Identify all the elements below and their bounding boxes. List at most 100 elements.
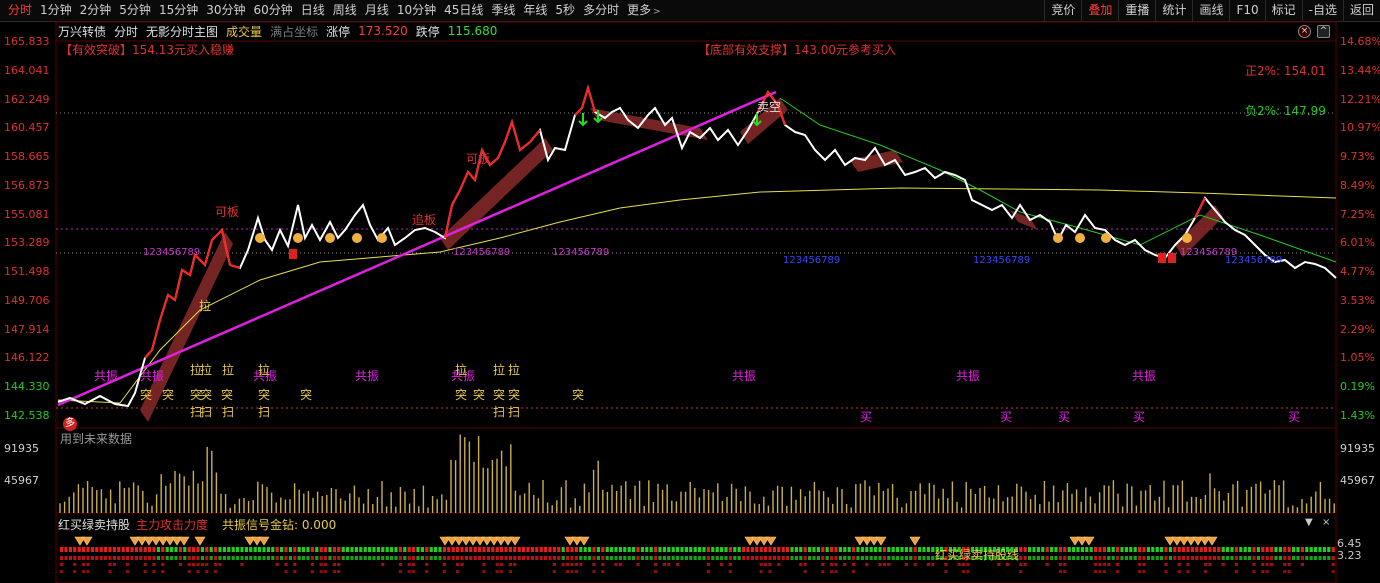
indicator-block [143,556,147,560]
indicator-block [1098,547,1102,552]
indicator-block [1107,556,1111,560]
indicator-block [1102,556,1106,560]
indicator-block [1309,556,1313,560]
indicator-block [1028,547,1032,552]
indicator-block [530,547,534,552]
indicator-block [900,556,904,560]
indicator-block [614,563,618,566]
indicator-block [909,547,913,552]
indicator-block [306,556,310,560]
indicator-block [328,556,332,560]
indicator-block [526,547,530,552]
indicator-block [346,556,350,560]
bottom-indicator-title[interactable]: 红买绿卖持股 [58,516,130,533]
indicator-block [566,547,570,552]
indicator-block [671,547,675,552]
indicator-block [720,556,724,560]
indicator-block [1168,547,1172,552]
indicator-block [482,547,486,552]
indicator-block [878,563,882,566]
indicator-block [240,547,244,552]
indicator-block [1054,556,1058,560]
indicator-block [95,556,99,560]
indicator-block [1287,547,1291,552]
indicator-block [1116,547,1120,552]
indicator-block [258,547,262,552]
indicator-block [570,556,574,560]
indicator-block [931,556,935,560]
indicator-block [1256,556,1260,560]
indicator-block [821,570,825,573]
indicator-block [170,556,174,560]
indicator-block [108,547,112,552]
indicator-block [728,563,732,566]
indicator-block [772,556,776,560]
volume-axis-tick: 45967 [4,474,39,487]
keban-label: 可板 [466,152,491,166]
indicator-block [1142,547,1146,552]
diamond-icon [765,536,777,546]
indicator-block [847,556,851,560]
indicator-block [205,570,209,573]
indicator-block [772,547,776,552]
indicator-block [60,563,64,566]
indicator-block [1318,556,1322,560]
indicator-block [856,556,860,560]
indicator-block [456,556,460,560]
indicator-block [693,556,697,560]
dropdown-icon[interactable]: ▼ [1305,517,1313,528]
indicator-block [614,547,618,552]
intraday-chart [55,21,1337,583]
indicator-block [588,556,592,560]
indicator-block [1177,563,1181,566]
indicator-block [640,547,644,552]
indicator-block [728,547,732,552]
indicator-block [442,547,446,552]
indicator-block [671,556,675,560]
indicator-block [341,547,345,552]
indicator-block [882,563,886,566]
indicator-block [161,547,165,552]
indicator-block [605,556,609,560]
indicator-block [1182,556,1186,560]
indicator-block [1278,547,1282,552]
indicator-block [742,547,746,552]
indicator-block [561,556,565,560]
indicator-block [821,547,825,552]
indicator-block [561,563,565,566]
indicator-block [253,556,257,560]
indicator-block [759,547,763,552]
indicator-block [473,556,477,560]
indicator-block [495,556,499,560]
indicator-block [601,563,605,566]
indicator-block [1270,547,1274,552]
tu-signal: 突 [258,388,271,402]
indicator-block [878,556,882,560]
indicator-block [1265,556,1269,560]
indicator-block [500,556,504,560]
sequence-label: 123456789 [973,255,1031,266]
indicator-block [1023,563,1027,566]
indicator-block [231,547,235,552]
indicator-block [64,556,68,560]
indicator-block [1028,556,1032,560]
indicator-block [570,563,574,566]
indicator-block [275,563,279,566]
maikong-label: 卖空 [757,100,782,114]
indicator-block [504,556,508,560]
indicator-block [706,570,710,573]
indicator-block [1261,556,1265,560]
indicator-block [1331,570,1335,573]
close-icon[interactable]: × [1322,517,1330,528]
hand-icon [1075,233,1085,243]
indicator-block [1234,570,1238,573]
indicator-block [174,547,178,552]
indicator-block [372,556,376,560]
indicator-block [552,563,556,566]
indicator-block [240,563,244,566]
indicator-block [1063,563,1067,566]
gongzhen-label: 共振 [355,369,380,383]
indicator-block [847,547,851,552]
indicator-block [130,556,134,560]
indicator-block [394,556,398,560]
